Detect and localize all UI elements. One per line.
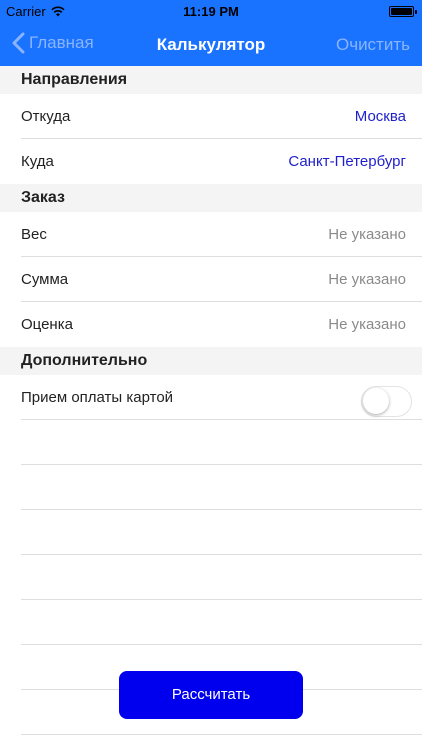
empty-row-separator — [21, 554, 422, 555]
to-label: Куда — [21, 153, 54, 170]
weight-value: Не указано — [328, 226, 406, 243]
status-time: 11:19 PM — [183, 4, 239, 19]
section-header-order: Заказ — [0, 184, 422, 212]
clear-button[interactable]: Очистить — [336, 35, 410, 55]
row-sum[interactable]: Сумма Не указано — [0, 257, 422, 302]
toggle-knob — [363, 388, 389, 414]
navigation-bar: Главная Калькулятор Очистить — [0, 24, 422, 66]
row-rating[interactable]: Оценка Не указано — [0, 302, 422, 347]
sum-value: Не указано — [328, 271, 406, 288]
row-card-payment: Прием оплаты картой — [0, 375, 422, 420]
status-bar: Carrier 11:19 PM — [0, 0, 422, 24]
section-header-directions: Направления — [0, 66, 422, 94]
sum-label: Сумма — [21, 271, 69, 288]
row-to[interactable]: Куда Санкт-Петербург — [0, 139, 422, 184]
from-value: Москва — [354, 108, 406, 125]
battery-fill — [391, 8, 412, 15]
card-payment-toggle[interactable] — [361, 386, 412, 417]
rating-label: Оценка — [21, 316, 73, 333]
empty-row-separator — [21, 464, 422, 465]
to-value: Санкт-Петербург — [288, 153, 406, 170]
battery-icon — [389, 6, 417, 17]
from-label: Откуда — [21, 108, 71, 125]
empty-row-separator — [21, 644, 422, 645]
row-weight[interactable]: Вес Не указано — [0, 212, 422, 257]
calculate-button[interactable]: Рассчитать — [119, 671, 303, 719]
weight-label: Вес — [21, 226, 47, 243]
empty-row-separator — [21, 599, 422, 600]
card-payment-label: Прием оплаты картой — [21, 389, 174, 406]
row-separator — [21, 419, 422, 420]
empty-row-separator — [21, 734, 422, 735]
rating-value: Не указано — [328, 316, 406, 333]
row-from[interactable]: Откуда Москва — [0, 94, 422, 139]
empty-row-separator — [21, 509, 422, 510]
section-header-extra: Дополнительно — [0, 347, 422, 375]
